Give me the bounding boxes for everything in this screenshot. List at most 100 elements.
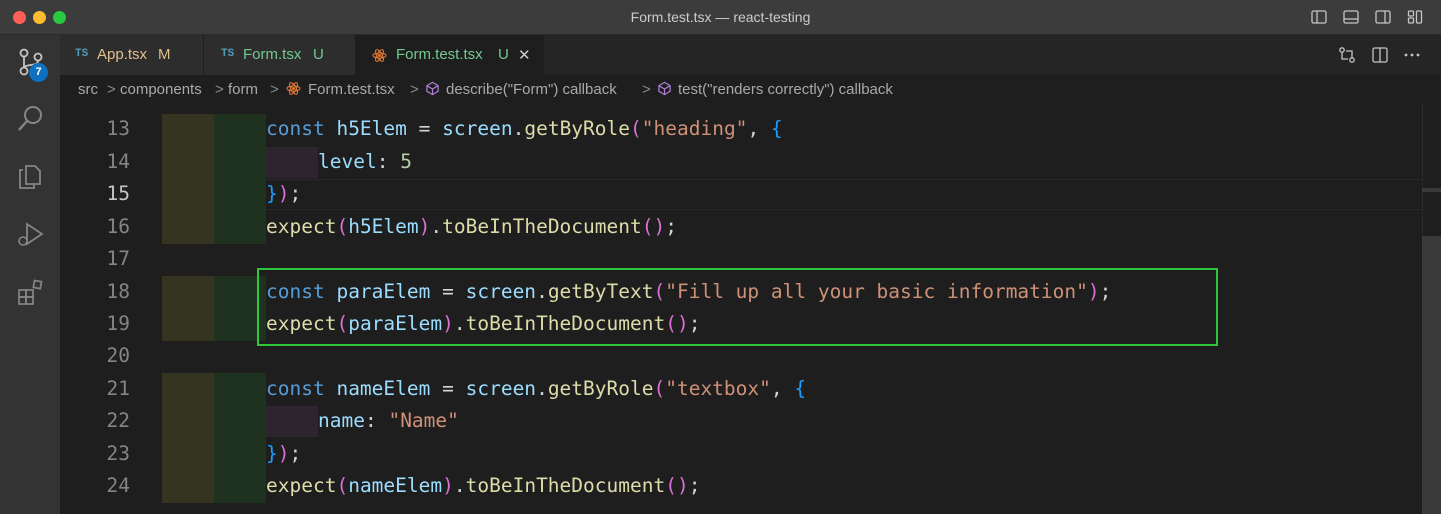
token: , — [747, 117, 771, 140]
token: . — [430, 215, 443, 238]
breadcrumb-file[interactable]: Form.test.tsx — [308, 81, 395, 98]
indent-rail — [162, 114, 214, 244]
tab-label: Form.tsx — [243, 46, 302, 63]
customize-layout-icon[interactable] — [1407, 9, 1423, 25]
code-line: name: "Name" — [318, 409, 459, 432]
token: ) — [442, 474, 454, 497]
code-line: level: 5 — [318, 150, 412, 173]
token: getByRole — [547, 377, 654, 400]
tab-app-tsx[interactable]: TS App.tsx M — [60, 35, 204, 75]
token: , — [770, 377, 795, 400]
token: . — [453, 474, 466, 497]
token: h5Elem — [336, 117, 407, 140]
breadcrumb-test[interactable]: test("renders correctly") callback — [678, 81, 893, 98]
token: ; — [289, 442, 302, 465]
extensions-icon[interactable] — [16, 277, 46, 307]
token: toBeInTheDocument — [465, 474, 666, 497]
react-file-icon — [286, 82, 301, 95]
open-changes-icon[interactable] — [1338, 46, 1356, 64]
line-number: 16 — [106, 215, 130, 238]
code-line: }); — [266, 442, 301, 465]
token: getByRole — [524, 117, 631, 140]
line-number: 17 — [106, 247, 130, 270]
token: { — [794, 377, 807, 400]
token: 5 — [400, 150, 412, 173]
method-symbol-icon — [426, 81, 439, 96]
breadcrumb-describe[interactable]: describe("Form") callback — [446, 81, 617, 98]
toggle-secondary-sidebar-icon[interactable] — [1375, 9, 1391, 25]
token: const — [266, 117, 325, 140]
token: nameElem — [348, 474, 443, 497]
token: = — [430, 377, 466, 400]
token: } — [266, 182, 278, 205]
token: h5Elem — [348, 215, 419, 238]
breadcrumb-src[interactable]: src — [78, 81, 98, 98]
token: ; — [665, 215, 677, 238]
token: () — [665, 474, 689, 497]
activity-bar: 7 — [0, 35, 60, 514]
explorer-icon[interactable] — [16, 160, 46, 190]
token: ) — [277, 182, 290, 205]
title-bar: Form.test.tsx — react-testing — [0, 0, 1441, 35]
code-line: expect(nameElem).toBeInTheDocument(); — [266, 474, 700, 497]
toggle-primary-sidebar-icon[interactable] — [1311, 9, 1327, 25]
token: const — [266, 377, 325, 400]
line-number: 19 — [106, 312, 130, 335]
indent-highlight — [266, 406, 318, 437]
line-number-active: 15 — [106, 182, 130, 205]
token: screen — [442, 117, 513, 140]
editor-tab-bar: TS App.tsx M TS Form.tsx U Form.test.tsx… — [60, 35, 1441, 75]
line-number: 18 — [106, 280, 130, 303]
token: expect — [266, 474, 337, 497]
indent-highlight — [266, 147, 318, 178]
annotation-highlight-box — [257, 268, 1218, 346]
breadcrumb-separator: > — [410, 81, 419, 98]
token: ( — [336, 474, 349, 497]
token: : — [364, 409, 389, 432]
code-editor[interactable]: 13 14 15 16 17 18 19 20 21 22 23 24 cons… — [60, 102, 1441, 514]
run-debug-icon[interactable] — [16, 219, 46, 249]
line-number: 21 — [106, 377, 130, 400]
more-actions-icon[interactable] — [1403, 46, 1421, 64]
token: ( — [336, 215, 349, 238]
code-line: expect(h5Elem).toBeInTheDocument(); — [266, 215, 677, 238]
code-line: const nameElem = screen.getByRole("textb… — [266, 377, 806, 400]
tab-git-status: U — [498, 46, 509, 63]
breadcrumb-components[interactable]: components — [120, 81, 202, 98]
breadcrumb-separator: > — [270, 81, 279, 98]
scrollbar-thumb[interactable] — [1422, 236, 1441, 514]
token: : — [376, 150, 401, 173]
token: expect — [266, 215, 337, 238]
token: } — [266, 442, 278, 465]
breadcrumb-separator: > — [642, 81, 651, 98]
tab-form-test-tsx[interactable]: Form.test.tsx U ✕ — [356, 35, 544, 75]
scrollbar-marker — [1422, 188, 1441, 192]
window-title: Form.test.tsx — react-testing — [630, 9, 811, 25]
line-number: 14 — [106, 150, 130, 173]
token: ; — [289, 182, 302, 205]
search-icon[interactable] — [16, 104, 46, 134]
breadcrumb-form[interactable]: form — [228, 81, 258, 98]
token: "Name" — [388, 409, 459, 432]
tab-git-status: U — [313, 46, 324, 63]
indent-rail — [214, 373, 266, 503]
current-line-highlight — [266, 179, 1441, 210]
split-editor-icon[interactable] — [1371, 46, 1389, 64]
typescript-icon: TS — [221, 48, 235, 60]
token: level — [318, 150, 377, 173]
token: toBeInTheDocument — [442, 215, 642, 238]
token: "textbox" — [665, 377, 771, 400]
token: . — [512, 117, 525, 140]
breadcrumb-separator: > — [107, 81, 116, 98]
token: = — [406, 117, 443, 140]
tab-label: Form.test.tsx — [396, 46, 483, 63]
indent-rail — [162, 276, 214, 341]
tab-form-tsx[interactable]: TS Form.tsx U — [204, 35, 356, 75]
tab-close-icon[interactable]: ✕ — [518, 46, 531, 64]
token: ( — [630, 117, 642, 140]
line-number: 13 — [106, 117, 130, 140]
toggle-panel-icon[interactable] — [1343, 9, 1359, 25]
source-control-badge: 7 — [29, 63, 48, 82]
react-test-icon — [372, 49, 387, 62]
method-symbol-icon — [658, 81, 671, 96]
